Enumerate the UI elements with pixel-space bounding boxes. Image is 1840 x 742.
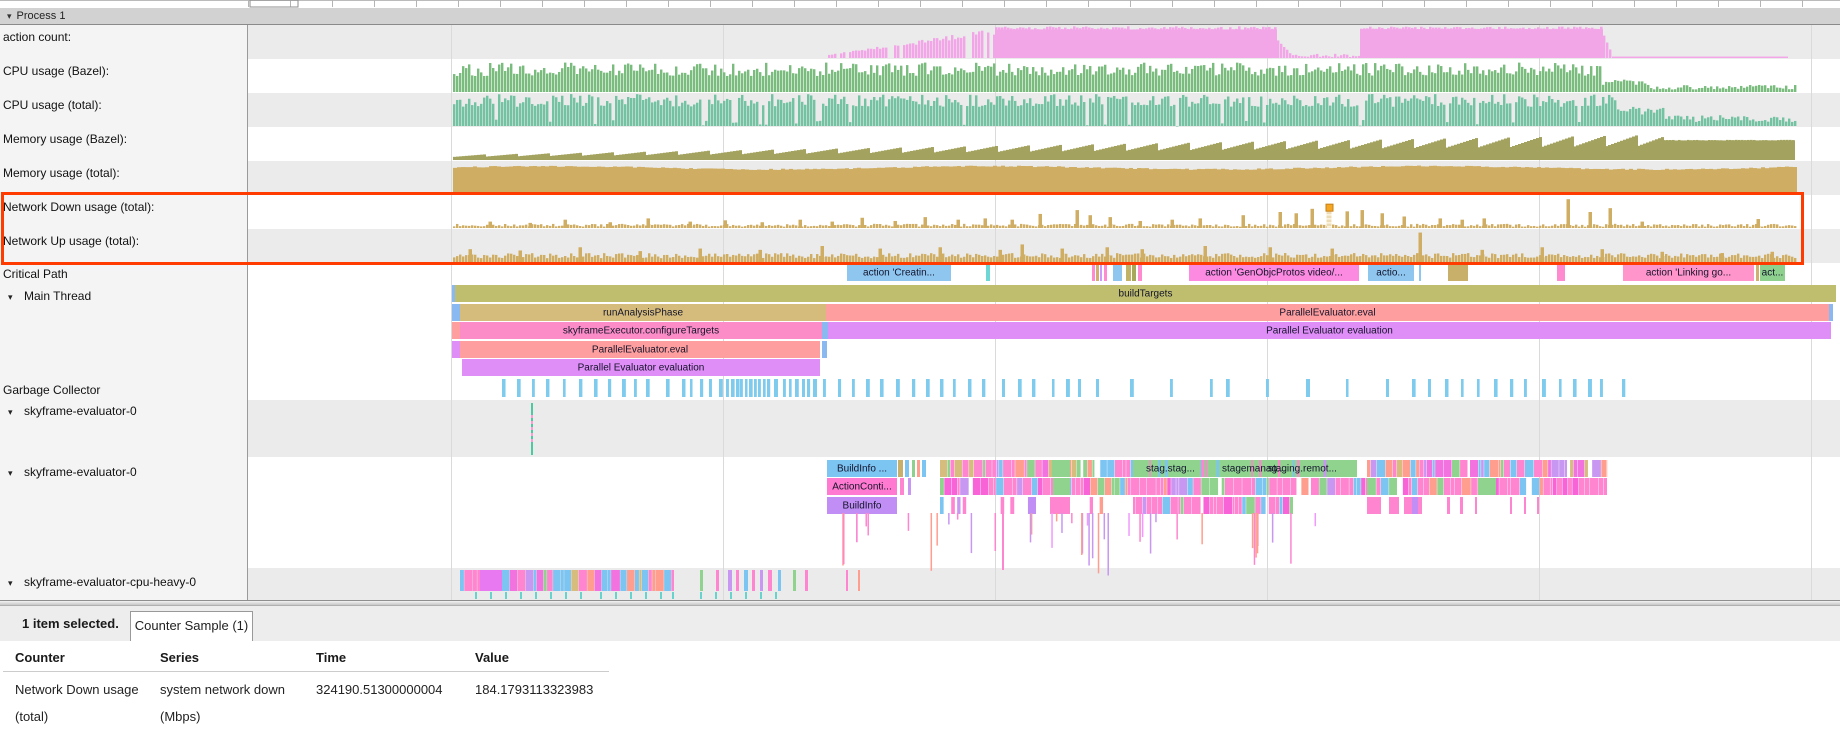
col-header-value[interactable]: Value — [475, 650, 509, 665]
process-header[interactable]: ▾ Process 1 — [0, 8, 1840, 25]
row-background — [248, 263, 1840, 400]
cell-value: 184.1793113323983 — [475, 682, 593, 697]
col-header-series[interactable]: Series — [160, 650, 199, 665]
cell-series-line2: (Mbps) — [160, 709, 200, 724]
track-label-cpu-usage-total-[interactable]: CPU usage (total): — [0, 97, 102, 113]
col-header-counter[interactable]: Counter — [15, 650, 65, 665]
track-label-network-down-usage-total-[interactable]: Network Down usage (total): — [0, 199, 154, 215]
track-label-memory-usage-total-[interactable]: Memory usage (total): — [0, 165, 120, 181]
row-background — [248, 568, 1840, 600]
cell-series-line1: system network down — [160, 682, 285, 697]
track-label-text: Memory usage (Bazel): — [3, 132, 127, 146]
collapse-arrow-icon[interactable]: ▾ — [7, 8, 12, 24]
collapse-arrow-icon[interactable]: ▾ — [3, 289, 24, 305]
details-panel: 1 item selected. Counter Sample (1) Coun… — [0, 606, 1840, 742]
table-header-separator — [3, 671, 609, 672]
cell-counter-line2: (total) — [15, 709, 48, 724]
row-background — [248, 161, 1840, 195]
track-label-main-thread[interactable]: ▾Main Thread — [0, 288, 91, 304]
track-label-text: action count: — [3, 30, 71, 44]
trace-viewer: ▾ Process 1 action count: CPU usage (Bazel… — [0, 0, 1840, 742]
track-label-memory-usage-bazel-[interactable]: Memory usage (Bazel): — [0, 131, 127, 147]
track-label-text: CPU usage (total): — [3, 98, 102, 112]
track-label-text: Main Thread — [24, 289, 91, 303]
track-label-text: Critical Path — [3, 267, 68, 281]
row-background — [248, 127, 1840, 161]
row-background — [248, 195, 1840, 229]
row-background — [248, 229, 1840, 263]
row-background — [248, 25, 1840, 59]
col-header-time[interactable]: Time — [316, 650, 346, 665]
details-tab-strip: 1 item selected. Counter Sample (1) — [0, 606, 1840, 641]
track-label-text: Network Up usage (total): — [3, 234, 139, 248]
track-label-text: Garbage Collector — [3, 383, 100, 397]
row-background — [248, 400, 1840, 457]
track-label-text: skyframe-evaluator-0 — [24, 465, 137, 479]
track-label-skyframe-evaluator-cpu-heavy-0[interactable]: ▾skyframe-evaluator-cpu-heavy-0 — [0, 574, 196, 590]
track-label-text: skyframe-evaluator-cpu-heavy-0 — [24, 575, 196, 589]
row-background — [248, 59, 1840, 93]
track-label-text: Memory usage (total): — [3, 166, 120, 180]
track-label-panel: action count: CPU usage (Bazel): CPU usage… — [0, 25, 248, 600]
collapse-arrow-icon[interactable]: ▾ — [3, 404, 24, 420]
cell-time: 324190.51300000004 — [316, 682, 443, 697]
cell-counter-line1: Network Down usage — [15, 682, 139, 697]
track-label-skyframe-evaluator-0[interactable]: ▾skyframe-evaluator-0 — [0, 464, 137, 480]
track-label-text: CPU usage (Bazel): — [3, 64, 109, 78]
collapse-arrow-icon[interactable]: ▾ — [3, 575, 24, 591]
row-background — [248, 457, 1840, 568]
track-label-cpu-usage-bazel-[interactable]: CPU usage (Bazel): — [0, 63, 109, 79]
track-label-critical-path[interactable]: Critical Path — [0, 266, 68, 282]
selection-status: 1 item selected. — [22, 616, 119, 631]
track-label-garbage-collector[interactable]: Garbage Collector — [0, 382, 100, 398]
tab-counter-sample[interactable]: Counter Sample (1) — [130, 611, 253, 641]
track-label-skyframe-evaluator-0[interactable]: ▾skyframe-evaluator-0 — [0, 403, 137, 419]
track-label-network-up-usage-total-[interactable]: Network Up usage (total): — [0, 233, 139, 249]
process-title: Process 1 — [17, 10, 66, 22]
track-label-text: skyframe-evaluator-0 — [24, 404, 137, 418]
track-label-action-count-[interactable]: action count: — [0, 29, 71, 45]
track-label-text: Network Down usage (total): — [3, 200, 154, 214]
collapse-arrow-icon[interactable]: ▾ — [3, 465, 24, 481]
row-background — [248, 93, 1840, 127]
